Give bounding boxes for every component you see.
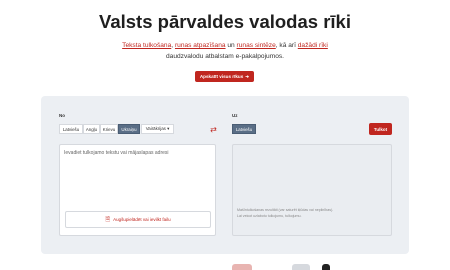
link-various-tools[interactable]: dažādi rīki [298, 42, 328, 49]
source-lang-tab-latvian[interactable]: Latviešu [59, 124, 83, 134]
link-text-translation[interactable]: Teksta tulkošana [122, 42, 171, 49]
source-lang-tab-russian[interactable]: Krievu [100, 124, 118, 134]
intro-text-1: un [225, 42, 237, 49]
target-text-area [232, 144, 392, 236]
peek-bar-3 [322, 264, 330, 270]
link-speech-synthesis[interactable]: runas sintēze [237, 42, 276, 49]
source-lang-tab-ukrainian[interactable]: Ukraiņu [118, 124, 140, 134]
peek-bar-1 [232, 264, 252, 270]
upload-file-button[interactable]: 🗎 Augšupielādēt vai ievilkt failu [65, 211, 211, 228]
link-speech-recognition[interactable]: runas atpazīšana [175, 42, 226, 49]
more-languages-dropdown[interactable]: Vairākrijas ▾ [141, 124, 174, 134]
upload-label: Augšupielādēt vai ievilkt failu [113, 217, 171, 222]
cta-label: Apskatīt visus rīkus [199, 74, 244, 79]
page-title: Valsts pārvaldes valodas rīki [99, 11, 351, 32]
intro-text-2: , kā arī [275, 42, 298, 49]
target-disclaimer: Mašīntulkošanas rezultāti (var saturēt k… [237, 208, 334, 218]
swap-arrows-icon[interactable]: ⇄ [209, 125, 218, 134]
file-upload-icon: 🗎 [105, 216, 111, 223]
arrow-right-icon: ➜ [245, 73, 250, 79]
target-lang-label: Uz [232, 113, 238, 118]
source-lang-tab-english[interactable]: Angļu [83, 124, 100, 134]
peek-bar-2 [292, 264, 310, 270]
view-all-tools-button[interactable]: Apskatīt visus rīkus ➜ [195, 71, 254, 82]
intro-text: Teksta tulkošana, runas atpazīšana un ru… [0, 41, 450, 62]
translate-button[interactable]: Tulkot [369, 123, 392, 135]
source-placeholder: Ievadiet tulkojamo tekstu vai mājaslapas… [64, 150, 169, 156]
target-lang-tab-latvian[interactable]: Latviešu [232, 124, 256, 134]
intro-line-2: daudzvalodu atbalstam e-pakalpojumos. [165, 52, 285, 60]
source-lang-label: No [59, 113, 65, 118]
next-section-peek [232, 264, 332, 270]
